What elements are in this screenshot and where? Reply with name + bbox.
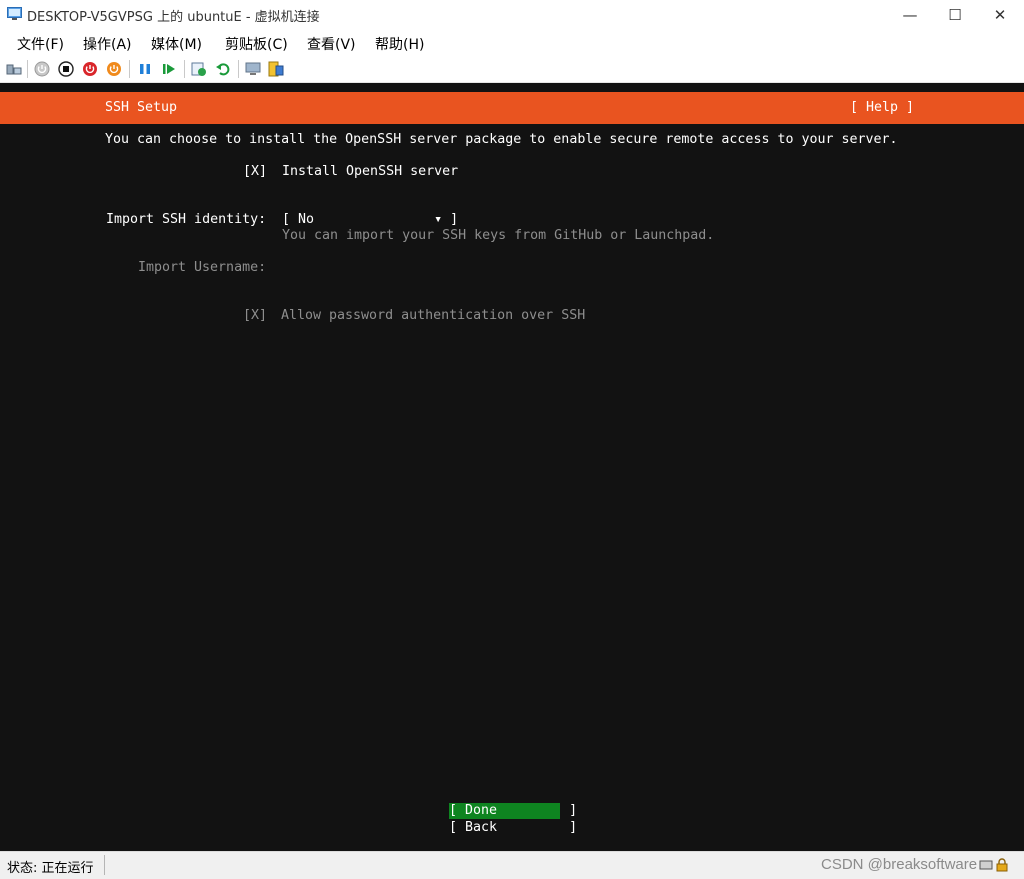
menu-bar: 文件(F) 操作(A) 媒体(M) 剪贴板(C) 查看(V) 帮助(H) <box>0 30 1024 56</box>
lock-icon <box>996 858 1008 872</box>
share-icon[interactable] <box>268 61 284 77</box>
shutdown-icon[interactable] <box>82 61 98 77</box>
menu-clipboard[interactable]: 剪贴板(C) <box>225 34 288 54</box>
title-bar: DESKTOP-V5GVPSG 上的 ubuntuE - 虚拟机连接 — ☐ ✕ <box>0 0 1024 30</box>
toolbar-separator <box>184 60 185 78</box>
intro-text: You can choose to install the OpenSSH se… <box>105 132 898 147</box>
close-button[interactable]: ✕ <box>977 0 1023 30</box>
page-title: SSH Setup <box>105 100 178 115</box>
menu-help[interactable]: 帮助(H) <box>375 34 424 54</box>
status-bar: 状态: 正在运行 CSDN @breaksoftware <box>0 851 1024 879</box>
menu-file[interactable]: 文件(F) <box>17 34 64 54</box>
power-icon[interactable] <box>106 61 122 77</box>
enhanced-session-icon[interactable] <box>245 61 261 77</box>
password-auth-checkbox[interactable]: [X] <box>243 308 267 323</box>
maximize-button[interactable]: ☐ <box>932 0 978 30</box>
resume-icon[interactable] <box>161 61 177 77</box>
start-icon[interactable] <box>34 61 50 77</box>
turn-off-icon[interactable] <box>58 61 74 77</box>
vm-console[interactable]: SSH Setup [ Help ] You can choose to ins… <box>0 83 1024 851</box>
import-identity-select[interactable]: [ No ▾ ] <box>282 212 458 227</box>
window-title: DESKTOP-V5GVPSG 上的 ubuntuE - 虚拟机连接 <box>27 10 320 25</box>
installer-header: SSH Setup [ Help ] <box>0 92 1024 124</box>
toolbar-separator <box>27 60 28 78</box>
vm-connect-icon <box>7 7 22 20</box>
menu-media[interactable]: 媒体(M) <box>151 34 202 54</box>
help-button[interactable]: [ Help ] <box>850 100 914 115</box>
back-button[interactable]: [ Back ] <box>449 820 577 836</box>
password-auth-label: Allow password authentication over SSH <box>281 308 586 323</box>
revert-icon[interactable] <box>215 61 231 77</box>
menu-action[interactable]: 操作(A) <box>83 34 132 54</box>
install-ssh-checkbox[interactable]: [X] <box>243 164 267 179</box>
minimize-button[interactable]: — <box>887 0 933 30</box>
import-identity-hint: You can import your SSH keys from GitHub… <box>282 228 715 243</box>
ctrl-alt-del-icon[interactable] <box>6 61 22 77</box>
watermark: CSDN @breaksoftware <box>821 856 978 873</box>
toolbar-separator <box>238 60 239 78</box>
keyboard-icon <box>979 860 993 870</box>
pause-icon[interactable] <box>137 61 153 77</box>
install-ssh-label: Install OpenSSH server <box>282 164 459 179</box>
import-identity-label: Import SSH identity: <box>106 212 267 227</box>
import-username-label: Import Username: <box>138 260 267 275</box>
checkpoint-icon[interactable] <box>191 61 207 77</box>
toolbar-separator <box>129 60 130 78</box>
status-separator <box>104 855 105 875</box>
done-button[interactable]: [ Done ] <box>449 803 577 819</box>
vm-status: 状态: 正在运行 <box>7 861 94 876</box>
toolbar <box>0 56 1024 83</box>
menu-view[interactable]: 查看(V) <box>307 34 356 54</box>
